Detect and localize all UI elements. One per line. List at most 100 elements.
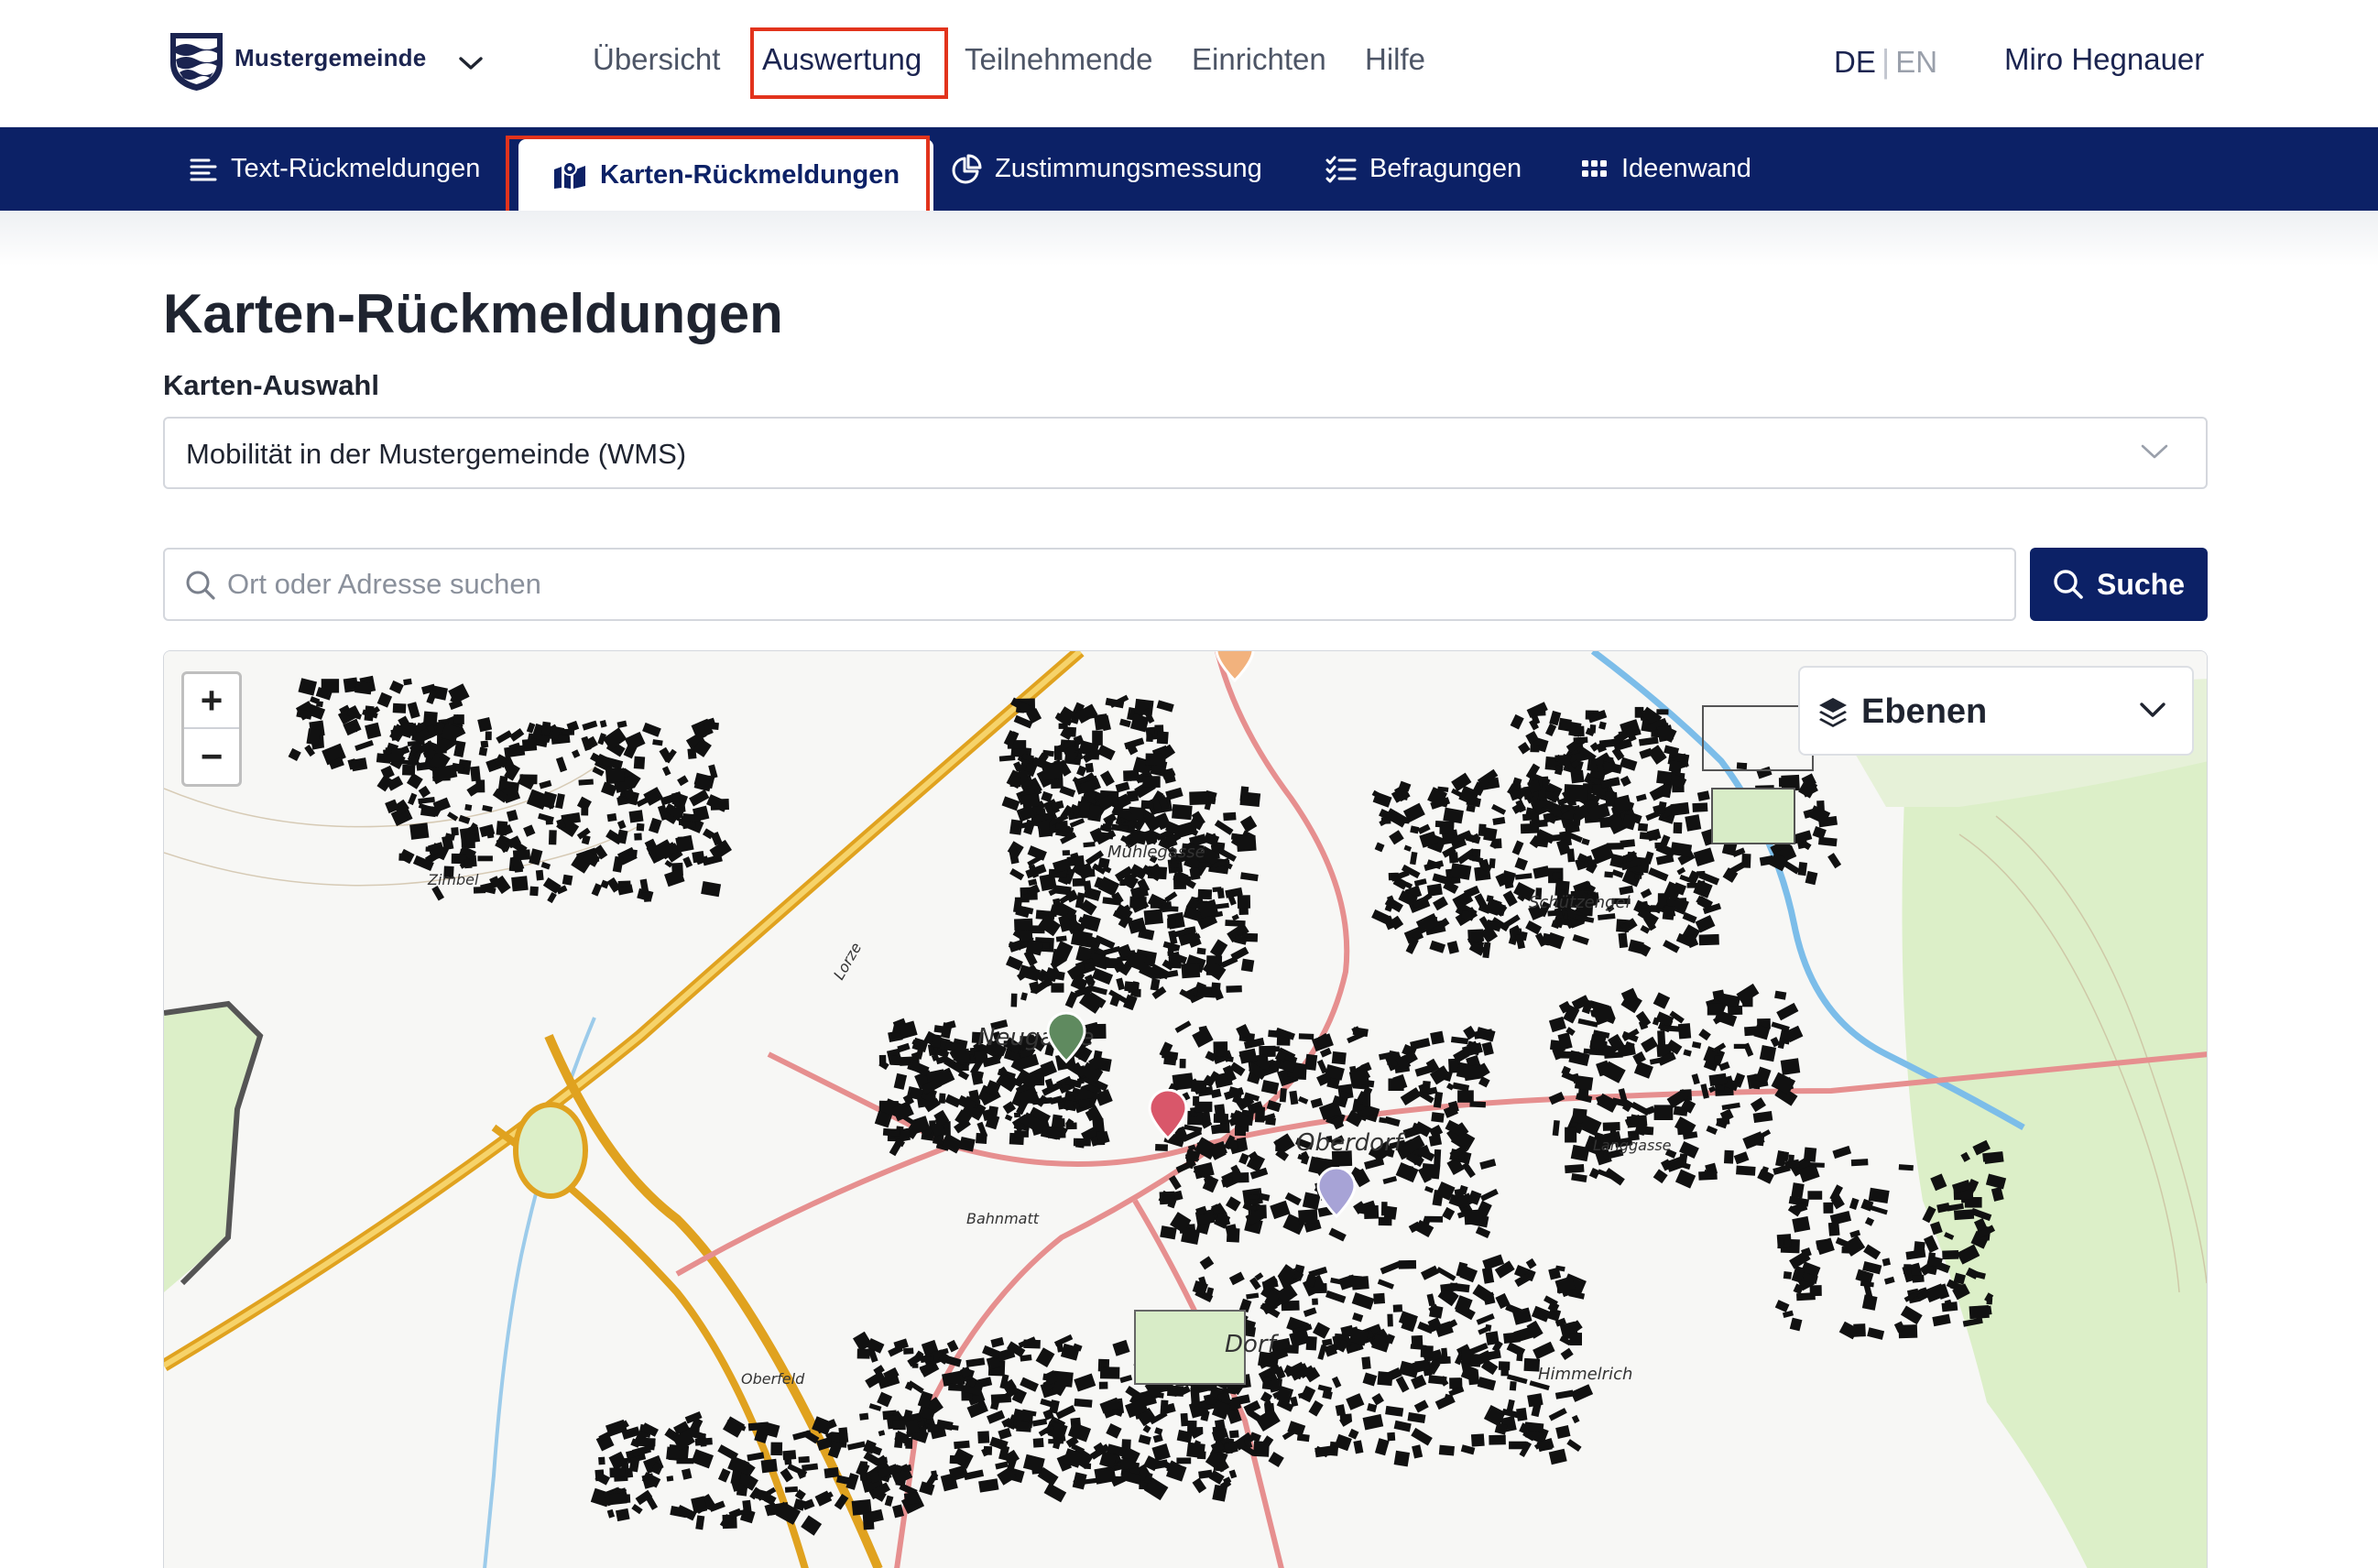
building (465, 833, 475, 849)
building (892, 1420, 906, 1431)
map-marker-pin[interactable] (1147, 1089, 1189, 1140)
nav-hilfe[interactable]: Hilfe (1365, 42, 1425, 77)
building (1509, 1441, 1527, 1450)
municipality-logo[interactable] (168, 30, 225, 93)
page-title: Karten-Rückmeldungen (163, 283, 783, 344)
map-marker-pin[interactable] (1214, 650, 1256, 682)
map-select-dropdown[interactable]: Mobilität in der Mustergemeinde (WMS) (163, 417, 2208, 489)
building (1634, 874, 1642, 879)
building (1032, 1438, 1044, 1448)
nav-uebersicht[interactable]: Übersicht (593, 42, 720, 77)
building (1640, 900, 1649, 909)
nav-auswertung[interactable]: Auswertung (762, 42, 922, 77)
building (1014, 1130, 1029, 1138)
building (856, 1348, 870, 1359)
building (1449, 1377, 1461, 1389)
building (1969, 1304, 1990, 1320)
nav-einrichten[interactable]: Einrichten (1192, 42, 1326, 77)
tab-text-rueckmeldungen[interactable]: Text-Rückmeldungen (189, 127, 480, 211)
building (355, 681, 373, 695)
tab-label: Karten-Rückmeldungen (600, 159, 900, 190)
tab-befragungen[interactable]: Befragungen (1325, 127, 1522, 211)
building (316, 701, 323, 708)
building (1429, 1304, 1444, 1319)
building (1387, 1432, 1396, 1442)
building (1668, 760, 1682, 773)
building (422, 711, 438, 726)
language-separator: | (1881, 42, 1891, 80)
brand-name: Mustergemeinde (235, 44, 427, 71)
sub-nav: Text-Rückmeldungen Karten-Rückmeldungen … (0, 127, 2378, 211)
zoom-in-button[interactable]: + (184, 674, 239, 729)
building (1232, 1171, 1249, 1183)
building (890, 1055, 901, 1066)
brand-chevron-down-icon[interactable] (453, 48, 489, 79)
pie-chart-icon (952, 154, 982, 183)
layers-dropdown[interactable]: Ebenen (1798, 666, 2194, 756)
tab-label: Ideenwand (1621, 154, 1751, 183)
building (609, 1467, 626, 1478)
building (1189, 790, 1209, 805)
building (606, 767, 626, 782)
building (1823, 1202, 1834, 1214)
map-label: Oberfeld (741, 1370, 805, 1388)
tab-karten-rueckmeldungen[interactable]: Karten-Rückmeldungen (518, 139, 934, 211)
language-en[interactable]: EN (1895, 45, 1937, 79)
map-marker-pin[interactable] (1315, 1167, 1358, 1218)
building (1759, 1044, 1777, 1062)
tab-label: Befragungen (1369, 154, 1522, 183)
building (1898, 1164, 1914, 1171)
building (1331, 1051, 1347, 1065)
building (1123, 769, 1140, 781)
building (562, 874, 573, 886)
building (1569, 1333, 1582, 1345)
building (1180, 1412, 1189, 1427)
search-icon (186, 571, 215, 600)
building (346, 724, 358, 733)
tab-zustimmungsmessung[interactable]: Zustimmungsmessung (951, 127, 1262, 211)
building (1618, 932, 1629, 949)
building (1791, 1182, 1805, 1199)
building (1269, 1060, 1281, 1073)
tab-ideenwand[interactable]: Ideenwand (1581, 127, 1751, 211)
building (983, 1445, 993, 1455)
building (540, 721, 551, 736)
building (1062, 850, 1071, 856)
building (1053, 1118, 1065, 1127)
building (838, 1427, 849, 1443)
text-lines-icon (190, 158, 217, 180)
building (1673, 822, 1683, 834)
building (1010, 993, 1018, 1007)
map-view[interactable]: Neugasse Oberdorf Dorf Mühlegasse Himmel… (163, 650, 2208, 1568)
map-label: Mühlegasse (1107, 843, 1205, 862)
building (949, 1454, 966, 1465)
search-input[interactable] (227, 559, 1995, 610)
building (1163, 1056, 1177, 1066)
building (1630, 1114, 1641, 1126)
building (1434, 1149, 1442, 1166)
zoom-out-button[interactable]: − (184, 729, 239, 784)
building (1777, 1237, 1784, 1249)
map-marker-pin[interactable] (1045, 1012, 1087, 1063)
location-search (163, 548, 2016, 621)
building (1156, 731, 1169, 745)
grid-icon (1582, 159, 1607, 177)
map-label: Schützengel (1529, 893, 1631, 912)
building (578, 779, 594, 786)
language-de[interactable]: DE (1834, 45, 1876, 79)
building (1460, 909, 1472, 920)
building (1239, 786, 1249, 802)
user-menu[interactable]: Miro Hegnauer (2004, 42, 2204, 77)
building (598, 1456, 605, 1465)
building (1223, 811, 1237, 822)
building (882, 1127, 900, 1137)
building (1941, 1301, 1958, 1312)
building (859, 1469, 867, 1481)
search-button[interactable]: Suche (2030, 548, 2208, 621)
building (1236, 834, 1257, 852)
building (1279, 1088, 1287, 1103)
nav-teilnehmende[interactable]: Teilnehmende (965, 42, 1152, 77)
building (633, 756, 646, 769)
building (627, 849, 638, 856)
building (770, 1442, 783, 1456)
